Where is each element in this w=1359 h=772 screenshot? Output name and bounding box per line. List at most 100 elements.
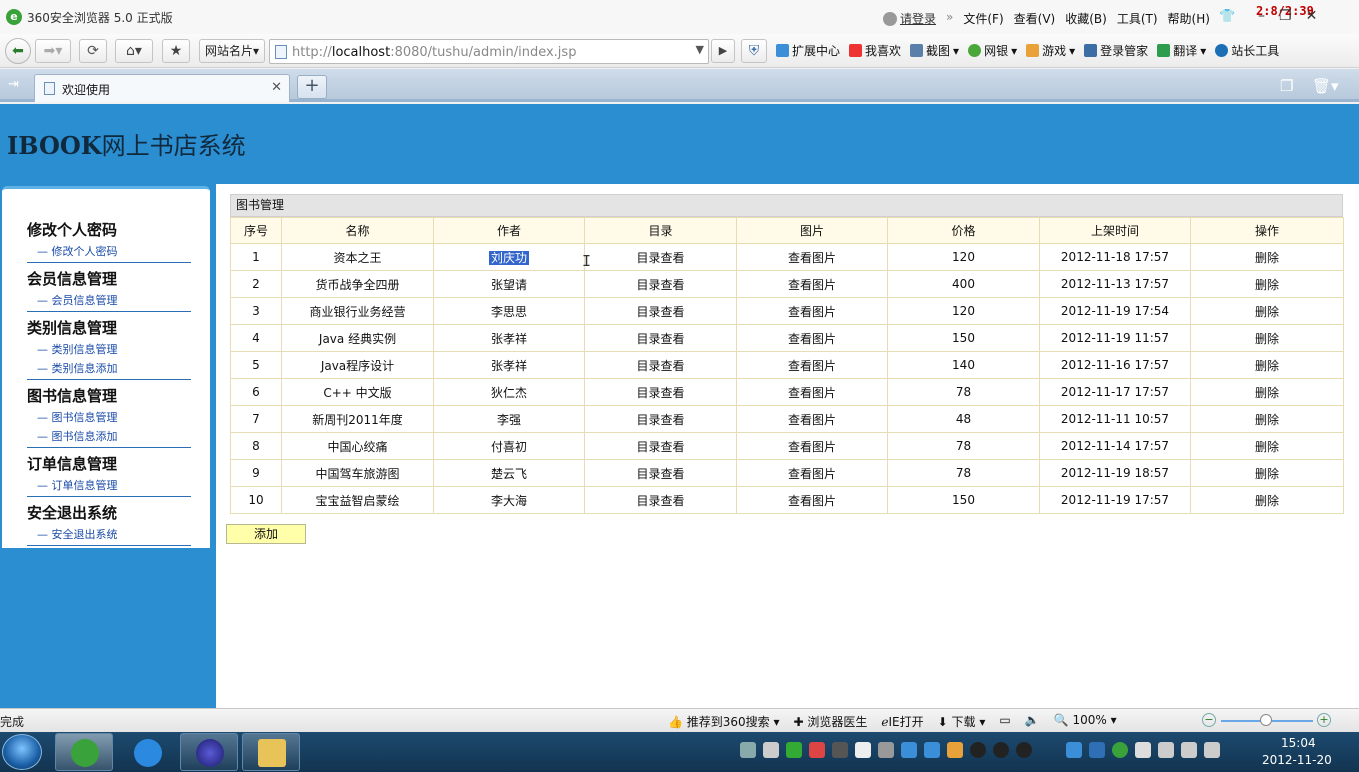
menu-file[interactable]: 文件(F)	[963, 10, 1003, 27]
zoom-slider-thumb[interactable]	[1260, 714, 1272, 726]
delete-link[interactable]: 删除	[1190, 432, 1344, 460]
catalog-link[interactable]: 目录查看	[584, 459, 737, 487]
tray-app-icon[interactable]	[786, 742, 802, 758]
more-icon[interactable]: »	[946, 10, 953, 27]
qq-icon[interactable]	[970, 742, 986, 758]
sidebar-link-book-add[interactable]: 图书信息添加	[27, 428, 191, 444]
skin-shirt-icon[interactable]: 👕	[1219, 9, 1235, 24]
catalog-link[interactable]: 目录查看	[584, 432, 737, 460]
chevron-down-icon[interactable]: ▼	[696, 43, 704, 56]
toolbar-webmaster-tools[interactable]: 站长工具	[1215, 42, 1279, 59]
delete-link[interactable]: 删除	[1190, 270, 1344, 298]
catalog-link[interactable]: 目录查看	[584, 297, 737, 325]
shield-icon[interactable]: ⛨	[741, 39, 767, 63]
site-card-button[interactable]: 网站名片▾	[199, 39, 265, 63]
delete-link[interactable]: 删除	[1190, 486, 1344, 514]
back-button[interactable]: ⬅	[5, 38, 31, 64]
trash-icon[interactable]: 🗑▾	[1312, 77, 1339, 95]
minimize-icon[interactable]: –	[1258, 8, 1265, 24]
view-image-link[interactable]: 查看图片	[736, 297, 888, 325]
tray-app-icon[interactable]	[855, 742, 871, 758]
menu-tools[interactable]: 工具(T)	[1117, 10, 1158, 27]
toolbar-like[interactable]: 我喜欢	[849, 42, 901, 59]
taskbar-explorer[interactable]	[242, 733, 300, 771]
tray-app-icon[interactable]	[809, 742, 825, 758]
catalog-link[interactable]: 目录查看	[584, 351, 737, 379]
catalog-link[interactable]: 目录查看	[584, 243, 737, 271]
sidebar-link-member-management[interactable]: 会员信息管理	[27, 292, 191, 308]
favorite-star-button[interactable]: ★	[162, 39, 190, 63]
clock-time[interactable]: 15:04	[1281, 736, 1316, 750]
qq-icon[interactable]	[1016, 742, 1032, 758]
tray-app-icon[interactable]	[901, 742, 917, 758]
sidebar-link-book-management[interactable]: 图书信息管理	[27, 409, 191, 425]
menu-view[interactable]: 查看(V)	[1014, 10, 1056, 27]
catalog-link[interactable]: 目录查看	[584, 378, 737, 406]
zoom-level[interactable]: 🔍 100% ▾	[1054, 713, 1117, 730]
catalog-link[interactable]: 目录查看	[584, 405, 737, 433]
qq-icon[interactable]	[993, 742, 1009, 758]
volume-icon[interactable]	[1181, 742, 1197, 758]
tray-app-icon[interactable]	[832, 742, 848, 758]
catalog-link[interactable]: 目录查看	[584, 324, 737, 352]
tray-app-icon[interactable]	[947, 742, 963, 758]
flag-icon[interactable]	[1135, 742, 1151, 758]
toolbar-games[interactable]: 游戏 ▾	[1026, 42, 1075, 59]
shield-tray-icon[interactable]	[1089, 742, 1105, 758]
zoom-in-button[interactable]: +	[1317, 713, 1331, 727]
new-tab-button[interactable]: +	[297, 75, 327, 99]
sidebar-toggle-icon[interactable]: ⇥	[8, 77, 19, 92]
taskbar-eclipse[interactable]	[180, 733, 238, 771]
network-icon[interactable]	[1158, 742, 1174, 758]
delete-link[interactable]: 删除	[1190, 243, 1344, 271]
forward-button[interactable]: ➡▾	[35, 39, 71, 63]
delete-link[interactable]: 删除	[1190, 378, 1344, 406]
menu-help[interactable]: 帮助(H)	[1168, 10, 1210, 27]
home-button[interactable]: ⌂▾	[115, 39, 153, 63]
view-image-link[interactable]: 查看图片	[736, 405, 888, 433]
zoom-out-button[interactable]: −	[1202, 713, 1216, 727]
sidebar-link-change-password[interactable]: 修改个人密码	[27, 243, 191, 259]
go-button[interactable]: ▶	[711, 39, 735, 63]
tray-app-icon[interactable]	[878, 742, 894, 758]
delete-link[interactable]: 删除	[1190, 459, 1344, 487]
tray-app-icon[interactable]	[763, 742, 779, 758]
taskbar-ie[interactable]	[118, 733, 176, 771]
tray-app-icon[interactable]	[924, 742, 940, 758]
start-button[interactable]	[2, 734, 42, 770]
view-image-link[interactable]: 查看图片	[736, 351, 888, 379]
tab-welcome[interactable]: 欢迎使用 ✕	[34, 74, 290, 102]
sidebar-link-order-management[interactable]: 订单信息管理	[27, 477, 191, 493]
toolbar-screenshot[interactable]: 截图 ▾	[910, 42, 959, 59]
sidebar-link-logout[interactable]: 安全退出系统	[27, 526, 191, 542]
ie-open-button[interactable]: ℯIE打开	[881, 713, 923, 730]
sidebar-link-category-add[interactable]: 类别信息添加	[27, 360, 191, 376]
browser-doctor-button[interactable]: ✚ 浏览器医生	[794, 713, 868, 730]
catalog-link[interactable]: 目录查看	[584, 486, 737, 514]
keyboard-icon[interactable]	[740, 742, 756, 758]
taskbar-360-browser[interactable]	[55, 733, 113, 771]
sidebar-link-category-management[interactable]: 类别信息管理	[27, 341, 191, 357]
delete-link[interactable]: 删除	[1190, 297, 1344, 325]
close-tab-icon[interactable]: ✕	[271, 80, 282, 95]
add-book-button[interactable]: 添加	[226, 524, 306, 544]
recommend-360-search[interactable]: 👍 推荐到360搜索 ▾	[668, 713, 780, 730]
view-image-link[interactable]: 查看图片	[736, 243, 888, 271]
delete-link[interactable]: 删除	[1190, 405, 1344, 433]
toolbar-extension-center[interactable]: 扩展中心	[776, 42, 840, 59]
refresh-button[interactable]: ⟳	[79, 39, 107, 63]
address-bar[interactable]: http://localhost:8080/tushu/admin/index.…	[269, 39, 709, 64]
display-icon[interactable]	[1204, 742, 1220, 758]
login-link[interactable]: 请登录	[883, 10, 936, 27]
download-button[interactable]: ⬇ 下载 ▾	[938, 713, 986, 730]
close-icon[interactable]: ✕	[1306, 8, 1318, 24]
tray-app-icon[interactable]	[1066, 742, 1082, 758]
window-list-icon[interactable]: ❐	[1280, 77, 1293, 95]
view-image-link[interactable]: 查看图片	[736, 324, 888, 352]
restore-icon[interactable]: ❐	[1279, 8, 1292, 24]
delete-link[interactable]: 删除	[1190, 351, 1344, 379]
view-image-link[interactable]: 查看图片	[736, 432, 888, 460]
view-image-link[interactable]: 查看图片	[736, 486, 888, 514]
window-icon[interactable]: ▭	[999, 713, 1010, 730]
view-image-link[interactable]: 查看图片	[736, 378, 888, 406]
